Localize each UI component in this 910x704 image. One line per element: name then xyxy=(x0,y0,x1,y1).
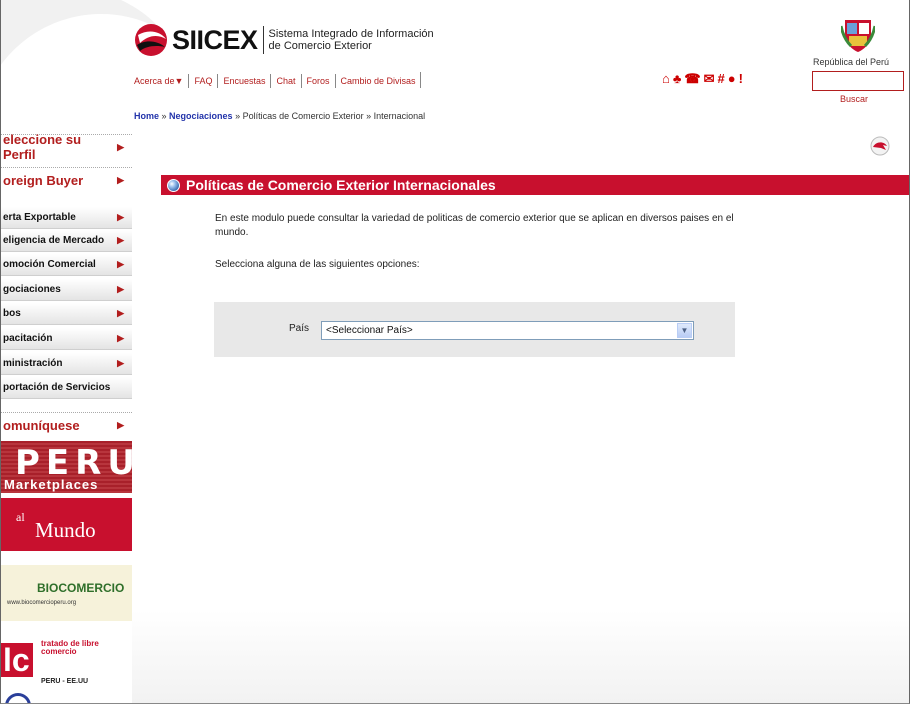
breadcrumb-current: Políticas de Comercio Exterior » Interna… xyxy=(242,111,426,121)
banner-mundo-al: al xyxy=(16,510,25,524)
page-title-bar: Políticas de Comercio Exterior Internaci… xyxy=(161,175,909,195)
chevron-right-icon: ▶ xyxy=(117,141,124,152)
sidebar-item-label: eleccione su Perfil xyxy=(3,132,82,162)
tlc-banner[interactable]: lc tratado de libre comercio PERU - EE.U… xyxy=(1,635,132,687)
sidebar-item-foreign-buyer[interactable]: oreign Buyer ▶ xyxy=(1,168,132,192)
banner-tlc-sub: PERU - EE.UU xyxy=(41,678,89,685)
sidebar-item-label: pacitación xyxy=(3,333,53,344)
prompt-text: Selecciona alguna de las siguientes opci… xyxy=(215,259,420,270)
nav-faq[interactable]: FAQ xyxy=(194,76,212,86)
phone-icon[interactable]: ☎ xyxy=(684,71,700,87)
back-icon[interactable] xyxy=(870,136,890,156)
chevron-right-icon: ▶ xyxy=(117,333,124,343)
nav-divider xyxy=(420,72,421,88)
country-selector-panel: País <Seleccionar País> ▼ xyxy=(214,302,735,357)
logo-subtitle-line2: de Comercio Exterior xyxy=(268,40,372,52)
sidebar-item-oferta-exportable[interactable]: erta Exportable ▶ xyxy=(1,207,132,229)
page-frame: SIICEX Sistema Integrado de Información … xyxy=(0,0,910,704)
sidebar-item-capacitacion[interactable]: pacitación ▶ xyxy=(1,328,132,350)
sidebar-comuniquese-group: omuníquese ▶ xyxy=(1,412,132,437)
nav-acerca-de[interactable]: Acerca de▼ xyxy=(134,76,183,86)
peru-crest-icon[interactable] xyxy=(841,16,875,54)
chevron-right-icon: ▶ xyxy=(117,419,124,430)
sidebar-item-label: bos xyxy=(3,308,21,319)
logo-subtitle: Sistema Integrado de Información de Come… xyxy=(269,28,434,52)
banner-bio-title: BIOCOMERCIO xyxy=(37,581,125,595)
sidebar-item-label: omoción Comercial xyxy=(3,259,96,270)
sidebar-item-label: erta Exportable xyxy=(3,212,76,223)
banner-tlc-text: tratado de libre comercio xyxy=(41,639,99,656)
banner-mundo-title: Mundo xyxy=(35,518,96,542)
breadcrumb-separator: » xyxy=(159,111,170,121)
sidebar-item-label: oreign Buyer xyxy=(3,172,84,188)
biocomercio-banner[interactable]: BIOCOMERCIO www.biocomercioperu.org xyxy=(1,565,132,621)
top-navigation: Acerca de▼ FAQ Encuestas Chat Foros Camb… xyxy=(134,74,416,88)
chevron-right-icon: ▶ xyxy=(117,284,124,294)
siicex-logo[interactable]: SIICEX Sistema Integrado de Información … xyxy=(134,22,434,58)
chevron-down-icon[interactable]: ▼ xyxy=(677,323,692,338)
nav-divider xyxy=(270,74,272,88)
nav-foros[interactable]: Foros xyxy=(307,76,330,86)
sidebar-perfil-group: eleccione su Perfil ▶ xyxy=(1,132,132,162)
partial-logo-icon xyxy=(5,693,31,703)
chevron-right-icon: ▶ xyxy=(117,235,124,245)
nav-divider xyxy=(217,74,219,88)
nav-cambio-de-divisas[interactable]: Cambio de Divisas xyxy=(341,76,416,86)
nav-divider xyxy=(334,74,336,88)
breadcrumb-negociaciones[interactable]: Negociaciones xyxy=(169,111,233,121)
sidebar-item-label: gociaciones xyxy=(3,284,61,295)
logo-divider xyxy=(262,26,264,54)
sidebar-item-label: omuníquese xyxy=(3,417,80,433)
logo-subtitle-line1: Sistema Integrado de Información xyxy=(268,28,434,40)
sidebar-item-label: portación de Servicios xyxy=(3,382,111,393)
peru-marketplaces-banner[interactable]: PERU Marketplaces xyxy=(1,441,132,493)
sidebar-buyer-group: oreign Buyer ▶ xyxy=(1,167,132,192)
siicex-logo-icon xyxy=(135,24,167,56)
republica-label: República del Perú xyxy=(813,57,890,67)
banner-peru-subtitle: Marketplaces xyxy=(4,477,99,492)
chevron-right-icon: ▶ xyxy=(117,259,124,269)
sidebar-item-negociaciones[interactable]: gociaciones ▶ xyxy=(1,279,132,301)
sidebar-item-administracion[interactable]: ministración ▶ xyxy=(1,353,132,375)
toolbar-icons: ⌂ ♣ ☎ ✉ # ● ! xyxy=(662,71,743,87)
country-label: País xyxy=(289,323,310,334)
country-select[interactable]: <Seleccionar País> ▼ xyxy=(321,321,694,340)
banner-tlc-logo: lc xyxy=(1,643,33,677)
sidebar-item-comuniquese[interactable]: omuníquese ▶ xyxy=(1,413,132,437)
bullet-icon xyxy=(167,178,180,192)
nav-chat[interactable]: Chat xyxy=(276,76,295,86)
page-title: Políticas de Comercio Exterior Internaci… xyxy=(186,177,496,193)
nav-divider xyxy=(188,74,190,88)
sidebar-item-exportacion-servicios[interactable]: portación de Servicios xyxy=(1,377,132,399)
nav-divider xyxy=(300,74,302,88)
sitemap-icon[interactable]: ♣ xyxy=(673,71,682,87)
chevron-right-icon: ▶ xyxy=(117,212,124,222)
chevron-right-icon: ▶ xyxy=(117,308,124,318)
sidebar-item-seleccione-perfil[interactable]: eleccione su Perfil ▶ xyxy=(1,132,132,162)
mail-icon[interactable]: ✉ xyxy=(704,71,715,87)
grid-icon[interactable]: # xyxy=(718,71,725,87)
breadcrumb: Home » Negociaciones » Políticas de Come… xyxy=(134,111,425,121)
al-mundo-banner[interactable]: al Mundo xyxy=(1,498,132,551)
intro-text: En este modulo puede consultar la varied… xyxy=(215,213,734,238)
sidebar-item-label: ministración xyxy=(3,358,63,369)
sidebar-item-label: eligencia de Mercado xyxy=(3,235,105,246)
nav-encuestas[interactable]: Encuestas xyxy=(223,76,265,86)
sidebar-item-inteligencia-mercado[interactable]: eligencia de Mercado ▶ xyxy=(1,230,132,252)
country-select-value: <Seleccionar País> xyxy=(326,325,413,336)
search-input[interactable] xyxy=(812,71,904,91)
breadcrumb-separator: » xyxy=(232,111,243,121)
help-icon[interactable]: ● xyxy=(728,71,736,87)
search-button[interactable]: Buscar xyxy=(840,94,868,104)
home-icon[interactable]: ⌂ xyxy=(662,71,670,87)
sidebar-item-eventos[interactable]: bos ▶ xyxy=(1,303,132,325)
bottom-background xyxy=(132,610,909,703)
sidebar-item-promocion-comercial[interactable]: omoción Comercial ▶ xyxy=(1,254,132,276)
chevron-right-icon: ▶ xyxy=(117,358,124,368)
alert-icon[interactable]: ! xyxy=(739,71,743,87)
banner-bio-url: www.biocomercioperu.org xyxy=(7,600,77,606)
logo-wordmark: SIICEX xyxy=(172,24,258,55)
breadcrumb-home[interactable]: Home xyxy=(134,111,159,121)
chevron-right-icon: ▶ xyxy=(117,174,124,185)
